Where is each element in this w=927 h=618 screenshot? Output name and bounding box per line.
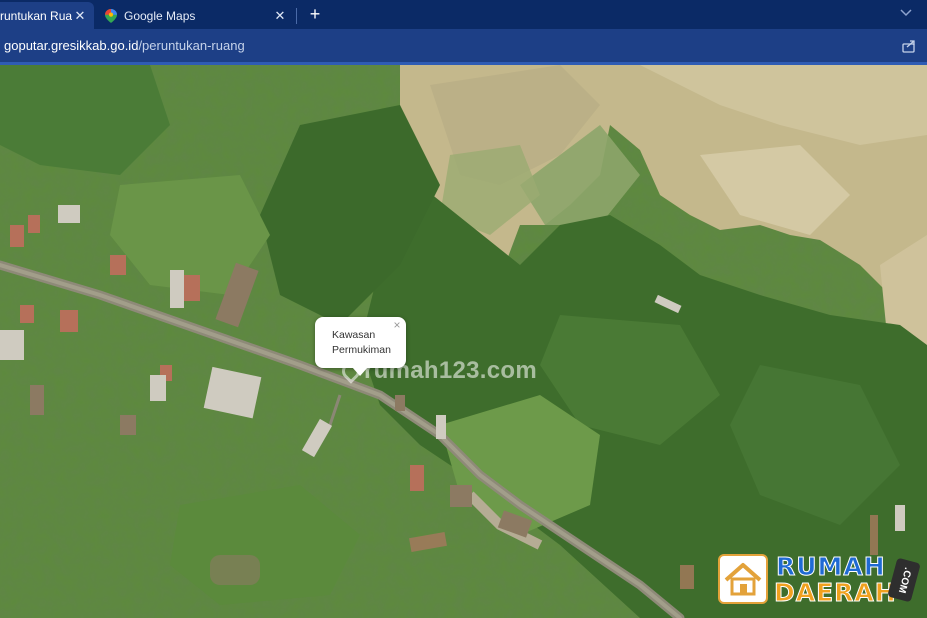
rumahdaerah-word-1: RUMAH [776, 552, 886, 582]
popup-pointer [352, 367, 368, 376]
chevron-down-icon [900, 9, 912, 17]
tab-separator [296, 8, 297, 24]
share-icon [902, 40, 915, 53]
tab-title: runtukan Ruan [0, 8, 72, 23]
url-text[interactable]: goputar.gresikkab.go.id/peruntukan-ruang [4, 38, 245, 53]
satellite-imagery [0, 65, 927, 618]
tab-title: Google Maps [124, 8, 196, 23]
share-button[interactable] [901, 38, 917, 54]
zone-label: Kawasan Permukiman [332, 328, 400, 358]
rumahdaerah-watermark: RUMAH DAERAH .COM [716, 552, 922, 608]
url-path: /peruntukan-ruang [138, 38, 245, 53]
zone-info-popup: Kawasan Permukiman × [315, 317, 406, 368]
new-tab-button[interactable]: + [305, 3, 325, 25]
tab-strip: runtukan Ruan ✕ Google Maps ✕ + [0, 0, 927, 29]
satellite-map[interactable]: rumah123.com [0, 65, 927, 618]
zone-label-line2: Permukiman [332, 344, 391, 356]
rumahdaerah-suffix: .COM [887, 557, 921, 603]
tab-close-icon[interactable]: ✕ [72, 8, 88, 24]
google-maps-favicon [104, 8, 118, 23]
plus-icon: + [309, 4, 321, 24]
url-host: goputar.gresikkab.go.id [4, 38, 139, 53]
rumahdaerah-word-2: DAERAH [774, 578, 897, 608]
tab-peruntukan-ruang[interactable]: runtukan Ruan ✕ [0, 2, 94, 29]
address-bar[interactable]: goputar.gresikkab.go.id/peruntukan-ruang [0, 29, 927, 63]
zone-label-line1: Kawasan [332, 329, 376, 341]
house-logo-icon [718, 554, 768, 604]
popup-close-icon[interactable]: × [391, 319, 403, 331]
tab-close-icon[interactable]: ✕ [272, 8, 288, 24]
tab-google-maps[interactable]: Google Maps ✕ [96, 2, 294, 29]
tab-list-button[interactable] [898, 6, 914, 20]
